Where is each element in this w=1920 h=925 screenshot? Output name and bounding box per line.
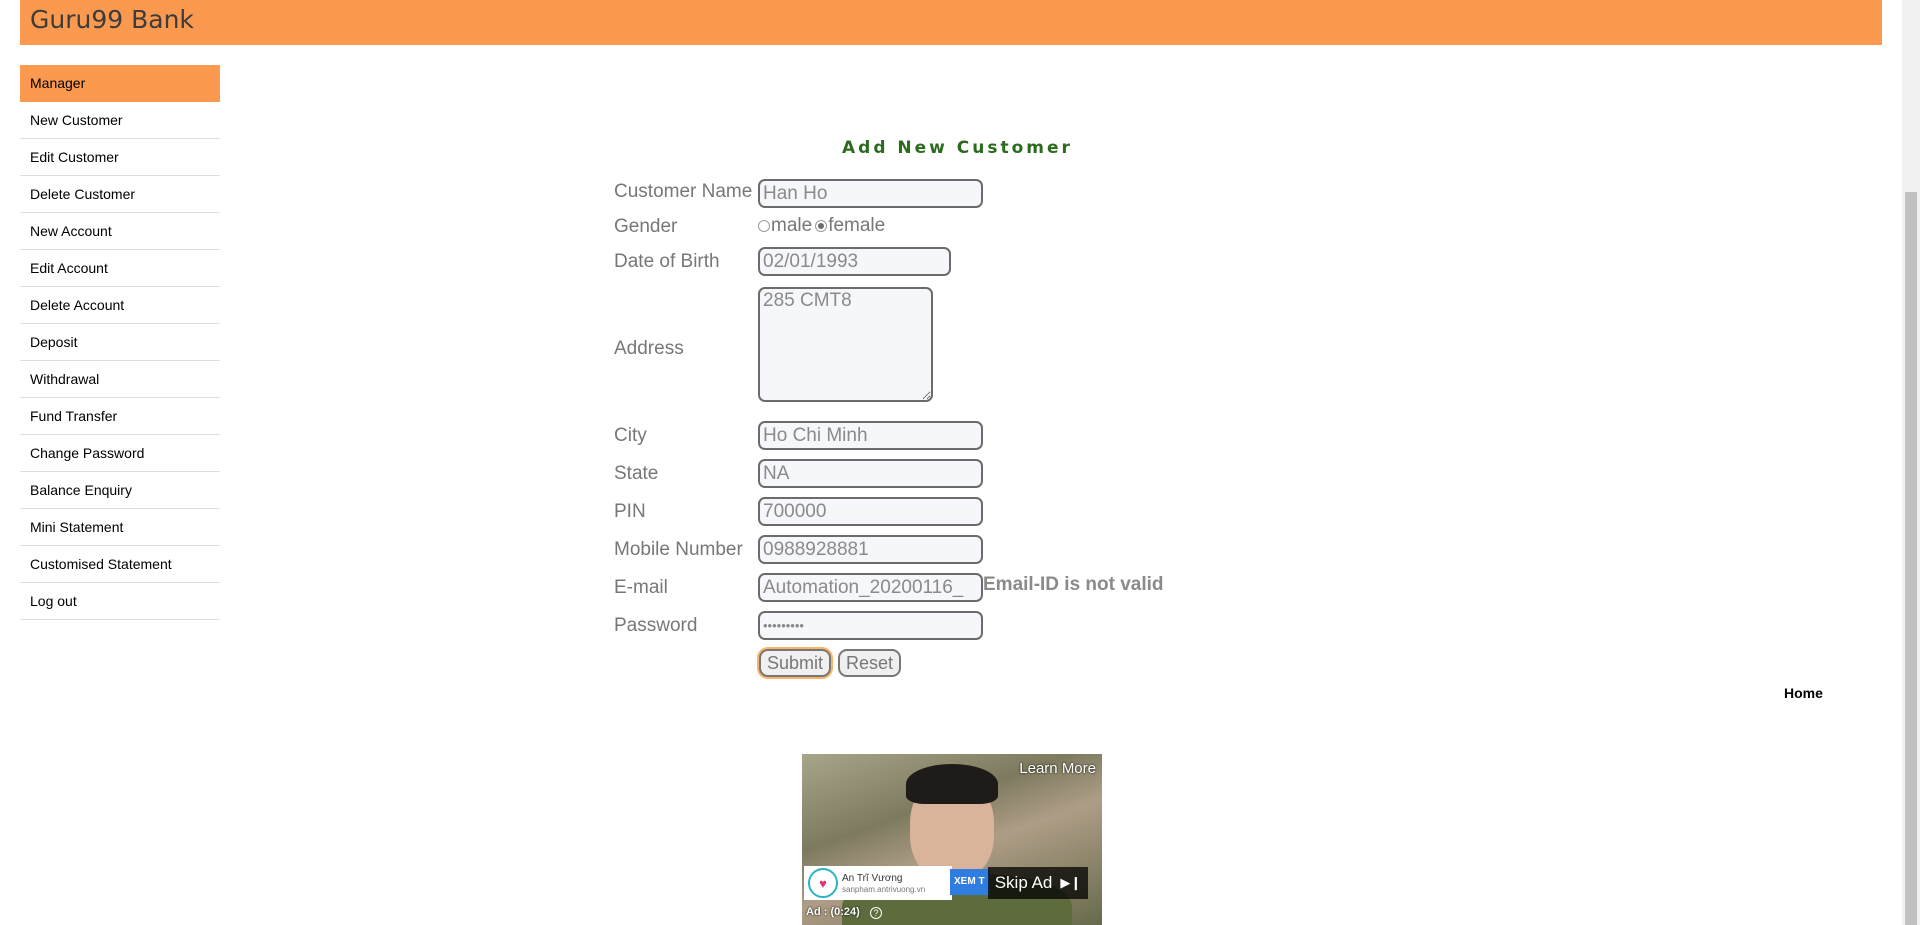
- sidebar-item-deposit[interactable]: Deposit: [20, 324, 220, 361]
- sidebar-item-balance-enquiry[interactable]: Balance Enquiry: [20, 472, 220, 509]
- reset-button[interactable]: Reset: [838, 649, 902, 677]
- brand-title: Guru99 Bank: [30, 5, 194, 34]
- customer-name-label: Customer Name: [614, 181, 753, 202]
- sidebar-item-log-out[interactable]: Log out: [20, 583, 220, 620]
- city-field[interactable]: [758, 421, 983, 450]
- email-error-message: Email-ID is not valid: [983, 574, 1164, 595]
- pin-label: PIN: [614, 501, 646, 522]
- password-field[interactable]: [758, 611, 983, 640]
- state-field[interactable]: [758, 459, 983, 488]
- help-icon[interactable]: ?: [870, 907, 882, 919]
- mobile-label: Mobile Number: [614, 539, 743, 560]
- sidebar-item-withdrawal[interactable]: Withdrawal: [20, 361, 220, 398]
- address-field[interactable]: 285 CMT8: [758, 287, 933, 402]
- ad-timer: Ad : (0:24): [806, 906, 860, 918]
- sidebar-item-edit-customer[interactable]: Edit Customer: [20, 139, 220, 176]
- ad-cta-button[interactable]: XEM T: [950, 869, 990, 895]
- gender-options: male female: [758, 215, 885, 237]
- form-title: Add New Customer: [842, 138, 1073, 158]
- sidebar-item-mini-statement[interactable]: Mini Statement: [20, 509, 220, 546]
- sidebar-item-customised-statement[interactable]: Customised Statement: [20, 546, 220, 583]
- skip-ad-button[interactable]: Skip Ad ▶❙: [988, 867, 1088, 899]
- sidebar-item-change-password[interactable]: Change Password: [20, 435, 220, 472]
- scrollbar-thumb[interactable]: [1905, 192, 1917, 925]
- skip-next-icon: ▶❙: [1060, 875, 1082, 890]
- sidebar-item-delete-account[interactable]: Delete Account: [20, 287, 220, 324]
- video-ad[interactable]: Learn More ♥ An Trĩ Vương sanpham.antriv…: [802, 754, 1102, 925]
- sidebar-item-manager[interactable]: Manager: [20, 65, 220, 102]
- state-label: State: [614, 463, 659, 484]
- email-label: E-mail: [614, 577, 668, 598]
- ad-learn-more-link[interactable]: Learn More: [1019, 760, 1096, 777]
- email-field[interactable]: [758, 573, 983, 602]
- header-bar: Guru99 Bank: [20, 0, 1882, 45]
- sidebar-nav: Manager New Customer Edit Customer Delet…: [20, 65, 220, 620]
- ad-video-frame-hair: [906, 764, 998, 804]
- dob-label: Date of Birth: [614, 251, 720, 272]
- pin-field[interactable]: [758, 497, 983, 526]
- city-label: City: [614, 425, 647, 446]
- ad-advertiser-name: An Trĩ Vương: [842, 873, 903, 884]
- sidebar-item-edit-account[interactable]: Edit Account: [20, 250, 220, 287]
- gender-male-radio[interactable]: [758, 220, 770, 232]
- mobile-field[interactable]: [758, 535, 983, 564]
- ad-advertiser-url: sanpham.antrivuong.vn: [842, 885, 926, 894]
- heart-icon: ♥: [808, 868, 838, 898]
- sidebar-item-new-account[interactable]: New Account: [20, 213, 220, 250]
- gender-male-label: male: [771, 215, 813, 236]
- password-label: Password: [614, 615, 698, 636]
- address-label: Address: [614, 338, 684, 359]
- submit-button[interactable]: Submit: [759, 649, 832, 677]
- customer-name-field[interactable]: [758, 179, 983, 208]
- home-link[interactable]: Home: [1784, 685, 1823, 701]
- sidebar-item-delete-customer[interactable]: Delete Customer: [20, 176, 220, 213]
- gender-female-radio[interactable]: [815, 220, 828, 232]
- page-scrollbar[interactable]: [1902, 0, 1920, 925]
- gender-female-label: female: [828, 215, 886, 236]
- gender-label: Gender: [614, 216, 678, 237]
- sidebar-item-fund-transfer[interactable]: Fund Transfer: [20, 398, 220, 435]
- skip-ad-label: Skip Ad: [994, 873, 1053, 892]
- sidebar-item-new-customer[interactable]: New Customer: [20, 102, 220, 139]
- dob-field[interactable]: [758, 247, 951, 276]
- ad-advertiser-card[interactable]: ♥ An Trĩ Vương sanpham.antrivuong.vn: [804, 866, 952, 900]
